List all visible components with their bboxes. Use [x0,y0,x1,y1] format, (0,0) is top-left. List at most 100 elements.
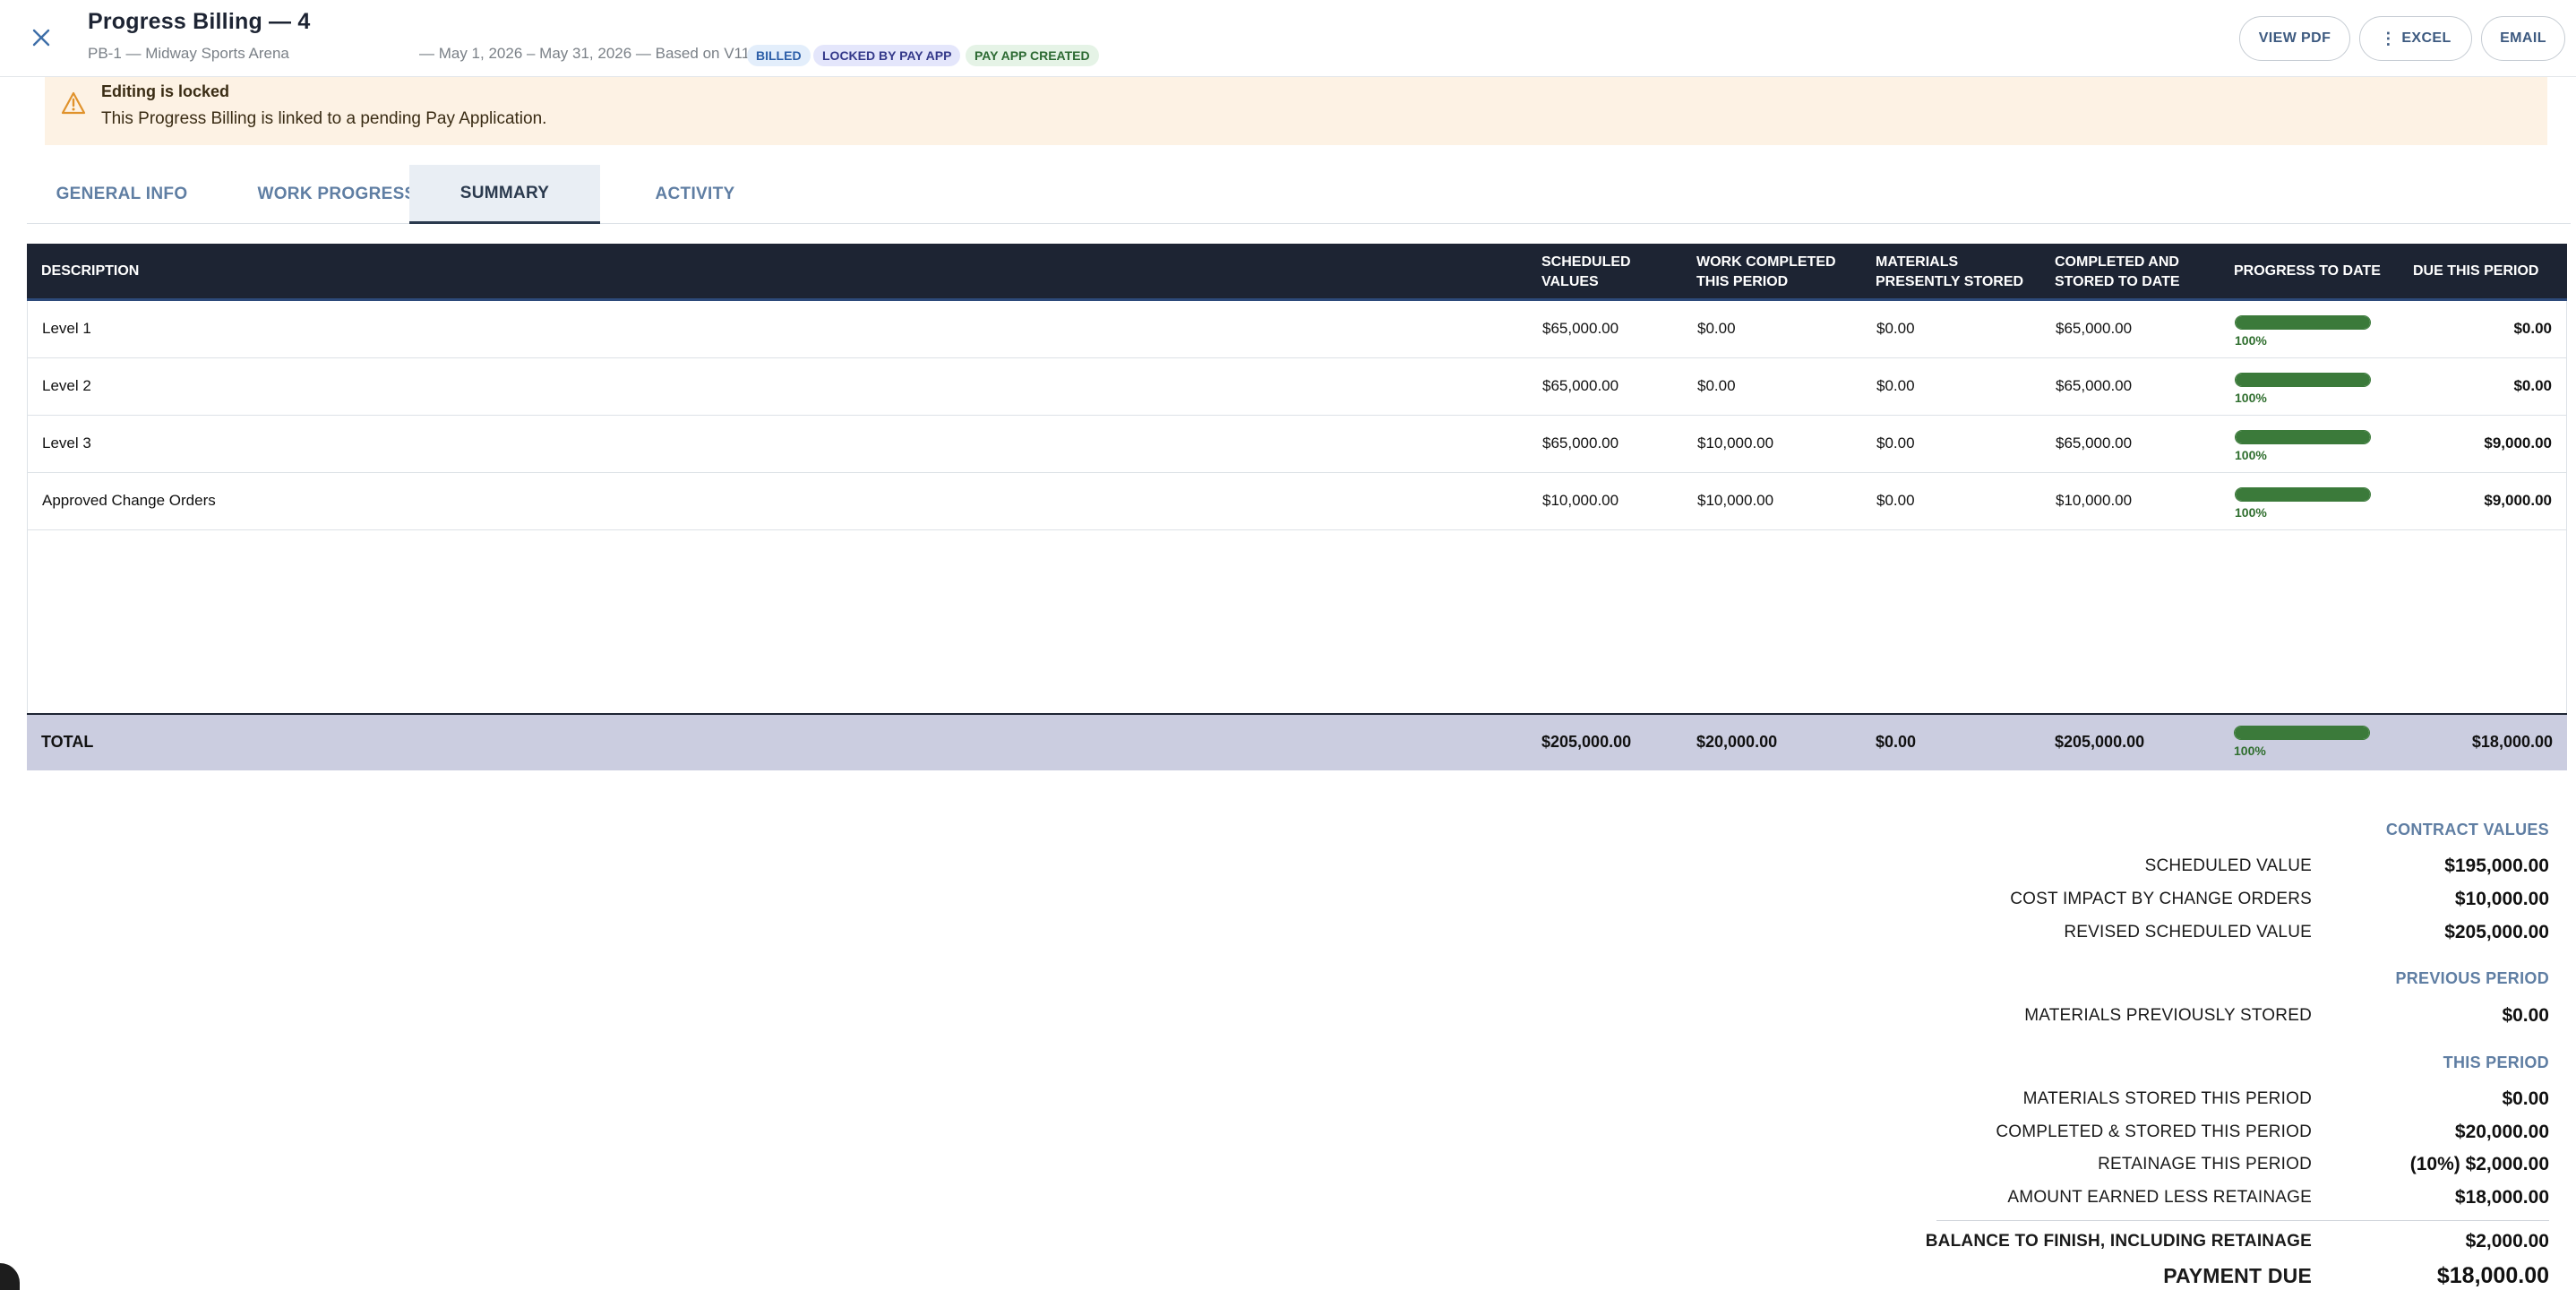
materials-previous-value: $0.00 [2502,1005,2549,1026]
excel-label: EXCEL [2401,30,2451,46]
row-materials: $0.00 [1876,434,1915,452]
row-description: Level 2 [42,377,91,394]
payment-due-value: $18,000.00 [2436,1263,2549,1288]
balance-value: $2,000.00 [2465,1231,2549,1251]
progress-fill [2235,727,2369,739]
row-materials: $0.00 [1876,377,1915,394]
progress-bar [2235,373,2371,387]
progress-fill [2236,374,2370,386]
progress-label: 100% [2235,505,2267,520]
close-icon [32,29,50,47]
tab-bar: GENERAL INFO WORK PROGRESS SUMMARY ACTIV… [27,165,2571,224]
change-orders-value: $10,000.00 [2454,889,2549,909]
progress-fill [2236,316,2370,329]
total-materials: $0.00 [1876,733,1917,751]
excel-button[interactable]: ⋮ EXCEL [2359,16,2472,61]
page-header: Progress Billing — 4 PB-1 — Midway Sport… [0,0,2576,77]
progress-label: 100% [2235,391,2267,405]
total-label: TOTAL [41,733,94,751]
table-header: DESCRIPTION SCHEDULED VALUES WORK COMPLE… [27,244,2567,301]
retainage-value: (10%) $2,000.00 [2409,1154,2549,1174]
retainage-label: RETAINAGE THIS PERIOD [2098,1155,2312,1174]
row-due: $0.00 [2513,320,2552,337]
row-description: Level 1 [42,320,91,337]
locked-banner: Editing is locked This Progress Billing … [45,77,2547,145]
progress-bar [2234,726,2370,740]
table-row[interactable]: Approved Change Orders $10,000.00 $10,000.… [28,473,2566,530]
row-materials: $0.00 [1876,320,1915,337]
row-description: Level 3 [42,434,91,452]
col-scheduled-values: SCHEDULED VALUES [1541,254,1631,289]
total-progress: 100% [2234,726,2370,758]
row-work-period: $10,000.00 [1697,492,1774,509]
total-scheduled: $205,000.00 [1541,733,1632,751]
summary-divider [1936,1220,2549,1221]
email-button[interactable]: EMAIL [2481,16,2565,61]
col-description: DESCRIPTION [41,263,140,279]
materials-previous-label: MATERIALS PREVIOUSLY STORED [2024,1006,2312,1025]
row-scheduled: $65,000.00 [1542,320,1619,337]
view-pdf-button[interactable]: VIEW PDF [2239,16,2350,61]
progress-bar [2235,487,2371,502]
banner-title: Editing is locked [101,82,230,100]
materials-this-label: MATERIALS STORED THIS PERIOD [2022,1089,2312,1108]
row-progress: 100% [2235,430,2371,462]
balance-label: BALANCE TO FINISH, INCLUDING RETAINAGE [1925,1232,2312,1251]
warning-icon [61,91,86,115]
window-corner [0,1263,20,1290]
row-scheduled: $10,000.00 [1542,492,1619,509]
progress-bar [2235,315,2371,330]
email-label: EMAIL [2500,30,2546,46]
scheduled-value: $195,000.00 [2444,856,2549,876]
row-to-date: $65,000.00 [2056,434,2133,452]
status-badge-locked: LOCKED BY PAY APP [813,45,961,66]
row-progress: 100% [2235,373,2371,405]
row-materials: $0.00 [1876,492,1915,509]
tab-work-progress[interactable]: WORK PROGRESS [235,165,439,224]
this-period-heading: THIS PERIOD [2443,1054,2549,1071]
col-due: DUE THIS PERIOD [2413,263,2539,279]
row-work-period: $10,000.00 [1697,434,1774,452]
progress-fill [2236,431,2370,443]
more-vertical-icon: ⋮ [2380,30,2397,47]
row-due: $0.00 [2513,377,2552,394]
scheduled-value-label: SCHEDULED VALUE [2144,856,2312,875]
tab-general-info[interactable]: GENERAL INFO [27,165,217,224]
table-row[interactable]: Level 2 $65,000.00 $0.00 $0.00 $65,000.00 100… [28,358,2566,416]
progress-fill [2236,488,2370,501]
completed-stored-label: COMPLETED & STORED THIS PERIOD [1996,1122,2312,1141]
row-due: $9,000.00 [2484,434,2552,452]
progress-label: 100% [2235,448,2267,462]
progress-bar [2235,430,2371,444]
row-scheduled: $65,000.00 [1542,377,1619,394]
total-work-period: $20,000.00 [1696,733,1778,751]
summary-table: DESCRIPTION SCHEDULED VALUES WORK COMPLE… [27,244,2567,770]
col-materials-stored: MATERIALS PRESENTLY STORED [1876,254,2024,289]
table-row[interactable]: Level 3 $65,000.00 $10,000.00 $0.00 $65,000.… [28,416,2566,473]
project-subtitle: PB-1 — Midway Sports Arena [88,45,289,62]
row-work-period: $0.00 [1697,377,1736,394]
row-scheduled: $65,000.00 [1542,434,1619,452]
revised-value: $205,000.00 [2444,922,2549,942]
change-orders-label: COST IMPACT BY CHANGE ORDERS [2010,890,2312,908]
earned-value: $18,000.00 [2454,1187,2549,1208]
col-work-completed: WORK COMPLETED THIS PERIOD [1696,254,1836,289]
tab-activity[interactable]: ACTIVITY [600,165,790,224]
row-progress: 100% [2235,315,2371,348]
table-row[interactable]: Level 1 $65,000.00 $0.00 $0.00 $65,000.00 100… [28,301,2566,358]
total-due: $18,000.00 [2471,733,2553,751]
tab-summary[interactable]: SUMMARY [409,165,600,224]
contract-values-heading: CONTRACT VALUES [2385,821,2549,838]
close-button[interactable] [25,22,57,54]
row-description: Approved Change Orders [42,492,216,509]
payment-due-label: PAYMENT DUE [2163,1264,2312,1287]
row-due: $9,000.00 [2484,492,2552,509]
banner-text: This Progress Billing is linked to a pen… [101,109,547,128]
progress-label: 100% [2235,333,2267,348]
row-to-date: $65,000.00 [2056,320,2133,337]
revised-value-label: REVISED SCHEDULED VALUE [2064,923,2312,942]
status-badge-pay-app: PAY APP CREATED [966,45,1099,66]
period-subtitle: — May 1, 2026 – May 31, 2026 — Based on … [419,45,751,62]
col-progress: PROGRESS TO DATE [2234,263,2381,279]
row-progress: 100% [2235,487,2371,520]
